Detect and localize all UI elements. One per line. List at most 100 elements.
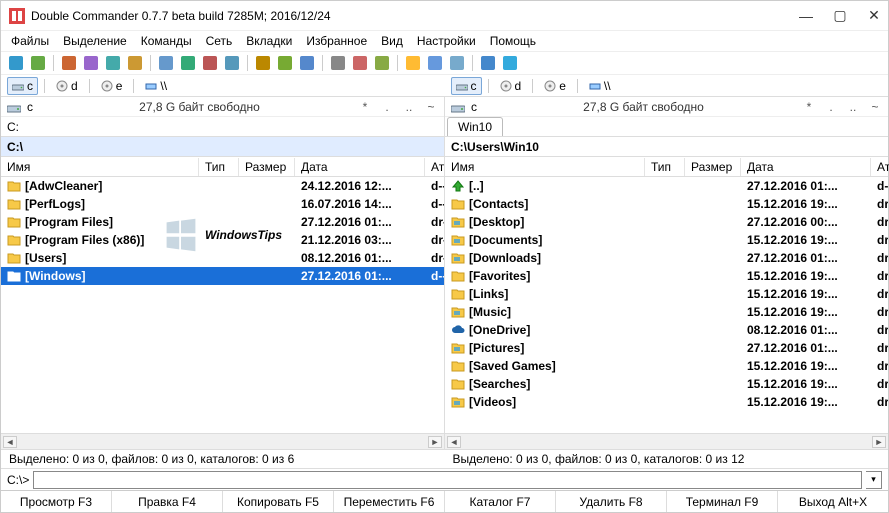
terminal-button[interactable] — [60, 54, 78, 72]
fn-правка-f4[interactable]: Правка F4 — [112, 491, 223, 512]
table-row[interactable]: [Program Files]27.12.2016 01:...dr-- — [1, 213, 444, 231]
table-row[interactable]: [Music]15.12.2016 19:...dr-- — [445, 303, 888, 321]
fn-копировать-f5[interactable]: Копировать F5 — [223, 491, 334, 512]
fn-каталог-f7[interactable]: Каталог F7 — [445, 491, 556, 512]
menu-команды[interactable]: Команды — [141, 34, 192, 48]
drive-d[interactable]: d — [51, 77, 83, 95]
fn-переместить-f6[interactable]: Переместить F6 — [334, 491, 445, 512]
nav-~[interactable]: ~ — [424, 100, 438, 114]
fn-терминал-f9[interactable]: Терминал F9 — [667, 491, 778, 512]
drive-c[interactable]: c — [451, 77, 482, 95]
file-listing[interactable]: [..]27.12.2016 01:...d---[Contacts]15.12… — [445, 177, 888, 433]
link-button[interactable] — [201, 54, 219, 72]
search-button[interactable] — [82, 54, 100, 72]
table-row[interactable]: [..]27.12.2016 01:...d--- — [445, 177, 888, 195]
diff-button[interactable] — [298, 54, 316, 72]
menu-избранное[interactable]: Избранное — [306, 34, 367, 48]
refresh-button[interactable] — [7, 54, 25, 72]
fn-просмотр-f3[interactable]: Просмотр F3 — [1, 491, 112, 512]
menu-сеть[interactable]: Сеть — [206, 34, 233, 48]
minimize-button[interactable]: — — [800, 10, 812, 22]
arrow-button[interactable] — [329, 54, 347, 72]
table-row[interactable]: [Videos]15.12.2016 19:...dr-- — [445, 393, 888, 411]
table-row[interactable]: [Contacts]15.12.2016 19:...dr-- — [445, 195, 888, 213]
fn-удалить-f8[interactable]: Удалить F8 — [556, 491, 667, 512]
nav-*[interactable]: * — [358, 100, 372, 114]
nav-.[interactable]: . — [824, 100, 838, 114]
col-date[interactable]: Дата — [741, 158, 871, 176]
table-row[interactable]: [Users]08.12.2016 01:...dr-- — [1, 249, 444, 267]
table-row[interactable]: [PerfLogs]16.07.2016 14:...d--- — [1, 195, 444, 213]
compare2-button[interactable] — [448, 54, 466, 72]
command-input[interactable] — [33, 471, 862, 489]
nav-buttons: *... ~ — [358, 100, 438, 114]
help-button[interactable] — [501, 54, 519, 72]
view-list-button[interactable] — [29, 54, 47, 72]
command-history-dropdown[interactable]: ▾ — [866, 471, 882, 489]
col-name[interactable]: Имя — [445, 158, 645, 176]
table-row[interactable]: [Links]15.12.2016 19:...dr-- — [445, 285, 888, 303]
drive-d[interactable]: d — [495, 77, 527, 95]
menu-выделение[interactable]: Выделение — [63, 34, 127, 48]
scrollbar-h[interactable]: ◄► — [1, 433, 444, 449]
home-button[interactable] — [223, 54, 241, 72]
pack-button[interactable] — [373, 54, 391, 72]
tree-button[interactable] — [157, 54, 175, 72]
table-row[interactable]: [Searches]15.12.2016 19:...dr-- — [445, 375, 888, 393]
tab-strip: Win10 — [445, 117, 888, 137]
drive-netnet[interactable]: \\ — [140, 77, 172, 95]
maximize-button[interactable]: ▢ — [834, 10, 846, 22]
nav-~[interactable]: ~ — [868, 100, 882, 114]
lock-button[interactable] — [254, 54, 272, 72]
scrollbar-h[interactable]: ◄► — [445, 433, 888, 449]
menu-вид[interactable]: Вид — [381, 34, 403, 48]
nav-..[interactable]: .. — [402, 100, 416, 114]
menu-настройки[interactable]: Настройки — [417, 34, 476, 48]
close-button[interactable]: ✕ — [868, 10, 880, 22]
sync-button[interactable] — [126, 54, 144, 72]
col-type[interactable]: Тип — [645, 158, 685, 176]
drive-label[interactable]: c — [471, 100, 485, 114]
table-row[interactable]: [Pictures]27.12.2016 01:...dr-- — [445, 339, 888, 357]
unlock-button[interactable] — [276, 54, 294, 72]
menu-вкладки[interactable]: Вкладки — [246, 34, 292, 48]
folder-icon — [7, 215, 21, 229]
drive-e[interactable]: e — [96, 77, 128, 95]
table-row[interactable]: [Desktop]27.12.2016 00:...dr-- — [445, 213, 888, 231]
col-name[interactable]: Имя — [1, 158, 199, 176]
col-attr[interactable]: Атри — [871, 158, 889, 176]
col-size[interactable]: Размер — [239, 158, 295, 176]
table-row[interactable]: [AdwCleaner]24.12.2016 12:...d--- — [1, 177, 444, 195]
menu-файлы[interactable]: Файлы — [11, 34, 49, 48]
table-row[interactable]: [Downloads]27.12.2016 01:...dr-- — [445, 249, 888, 267]
path-input[interactable]: C: — [3, 118, 23, 136]
gear-blue-button[interactable] — [479, 54, 497, 72]
table-row[interactable]: [Documents]15.12.2016 19:...dr-- — [445, 231, 888, 249]
table-row[interactable]: [OneDrive]08.12.2016 01:...dr-- — [445, 321, 888, 339]
nav-.[interactable]: . — [380, 100, 394, 114]
drive-e[interactable]: e — [539, 77, 571, 95]
col-type[interactable]: Тип — [199, 158, 239, 176]
file-listing[interactable]: WindowsTips [AdwCleaner]24.12.2016 12:..… — [1, 177, 444, 433]
compare-button[interactable] — [104, 54, 122, 72]
nav-*[interactable]: * — [802, 100, 816, 114]
star-button[interactable] — [404, 54, 422, 72]
drive-c[interactable]: c — [7, 77, 38, 95]
gears-button[interactable] — [351, 54, 369, 72]
drive-netnet[interactable]: \\ — [584, 77, 616, 95]
current-path[interactable]: C:\Users\Win10 — [445, 137, 888, 157]
col-date[interactable]: Дата — [295, 158, 425, 176]
fn-выход-alt+x[interactable]: Выход Alt+X — [778, 491, 888, 512]
table-row[interactable]: [Windows]27.12.2016 01:...d--- — [1, 267, 444, 285]
table-row[interactable]: [Favorites]15.12.2016 19:...dr-- — [445, 267, 888, 285]
copy-button[interactable] — [426, 54, 444, 72]
col-size[interactable]: Размер — [685, 158, 741, 176]
tab-win10[interactable]: Win10 — [447, 117, 503, 136]
refresh2-button[interactable] — [179, 54, 197, 72]
nav-..[interactable]: .. — [846, 100, 860, 114]
drive-label[interactable]: c — [27, 100, 41, 114]
table-row[interactable]: [Saved Games]15.12.2016 19:...dr-- — [445, 357, 888, 375]
table-row[interactable]: [Program Files (x86)]21.12.2016 03:...dr… — [1, 231, 444, 249]
menu-помощь[interactable]: Помощь — [490, 34, 536, 48]
current-path[interactable]: C:\ — [1, 137, 444, 157]
